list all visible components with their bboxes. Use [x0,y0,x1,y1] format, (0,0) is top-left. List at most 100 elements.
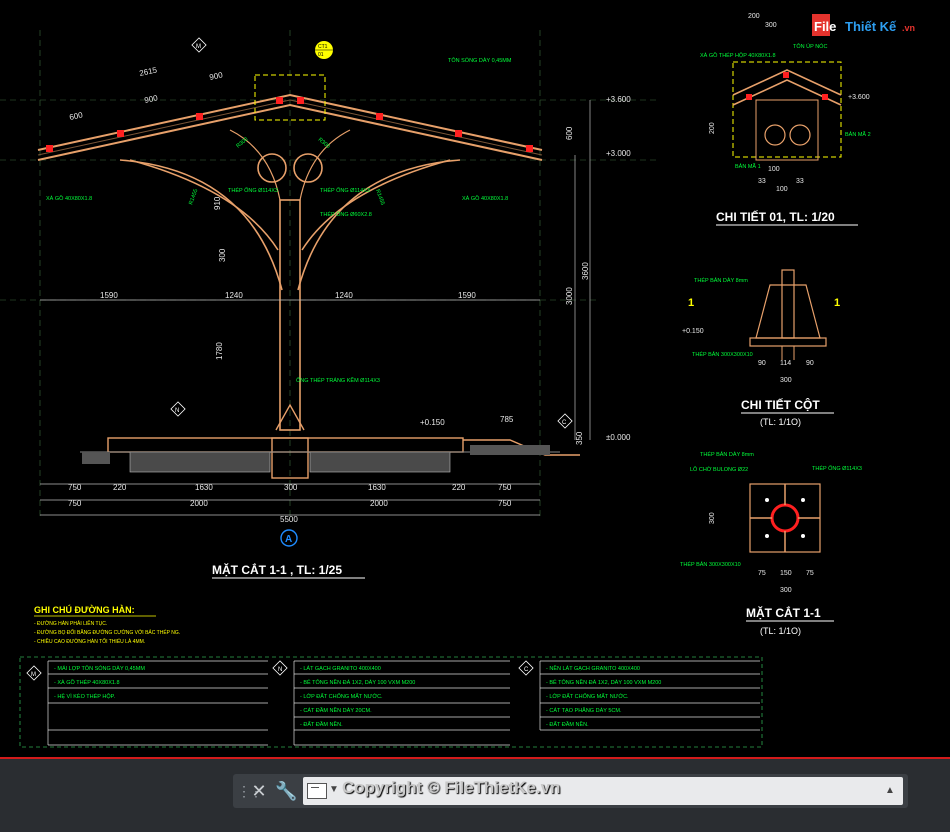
close-command-button[interactable]: ✕ [249,779,269,803]
svg-text:- ĐẤT ĐẦM NỀN.: - ĐẤT ĐẦM NỀN. [546,721,589,728]
svg-text:R1455: R1455 [374,189,385,206]
svg-text:BẢN MÃ 2: BẢN MÃ 2 [845,131,871,138]
prompt-dropdown-icon[interactable]: ▼ [329,781,339,799]
svg-text:XÀ GỒ 40X80X1.8: XÀ GỒ 40X80X1.8 [46,195,92,202]
svg-text:1240: 1240 [335,291,353,300]
svg-text:220: 220 [113,483,127,492]
svg-text:C: C [562,420,567,426]
svg-text:+3.000: +3.000 [606,149,631,158]
main-section-title: MẶT CẮT 1-1 , TL: 1/25 [212,562,342,577]
svg-text:- LÁT GẠCH GRANITO 400X400: - LÁT GẠCH GRANITO 400X400 [300,665,381,672]
detail-callout: CT1 01 [315,41,333,59]
svg-text:- LỚP ĐẤT CHỐNG MẤT NƯỚC.: - LỚP ĐẤT CHỐNG MẤT NƯỚC. [300,693,383,700]
svg-text:75: 75 [806,570,814,577]
svg-text:- XÀ GỒ THÉP 40X80X1.8: - XÀ GỒ THÉP 40X80X1.8 [54,679,120,686]
svg-text:3000: 3000 [565,287,574,305]
svg-text:2615: 2615 [139,65,159,78]
svg-text:M: M [196,44,201,50]
drag-grip-icon[interactable]: ⋮⋮ [237,782,263,800]
marker-m: M [191,37,207,53]
svg-text:200: 200 [748,13,760,20]
svg-text:750: 750 [498,483,512,492]
svg-text:5500: 5500 [280,515,298,524]
legend-tables: M N C - MÁI LỢP TÔN SÓNG DÀY 0,45MM - XÀ… [19,656,763,748]
svg-text:600: 600 [565,126,574,140]
svg-text:1590: 1590 [458,291,476,300]
svg-text:LỖ CHỜ BULONG Ø22: LỖ CHỜ BULONG Ø22 [690,466,748,473]
svg-text:C: C [524,667,529,673]
svg-text:150: 150 [780,570,792,577]
svg-text:900: 900 [209,70,224,82]
customize-wrench-icon[interactable]: 🔧 [275,779,297,803]
svg-text:600: 600 [69,110,84,122]
svg-text:785: 785 [500,415,514,424]
svg-text:+3.600: +3.600 [848,94,870,101]
column-detail: 1 1 THÉP BẢN DÀY 8mm THÉP BẢN 300X300X10… [682,269,840,427]
svg-text:+0.150: +0.150 [682,328,704,335]
logo-text-vn: .vn [902,23,915,33]
svg-text:- ĐƯỜNG HÀN PHẢI LIÊN TỤC.: - ĐƯỜNG HÀN PHẢI LIÊN TỤC. [34,619,107,627]
copyright-watermark: Copyright © FileThietKe.vn [342,778,561,797]
svg-text:THÉP BẢN DÀY 8mm: THÉP BẢN DÀY 8mm [694,277,748,284]
logo-text-thietke: Thiết Kế [845,19,897,34]
svg-text:BẢN MÃ 1: BẢN MÃ 1 [735,163,761,170]
svg-text:- NỀN LÁT GẠCH GRANITO 400X400: - NỀN LÁT GẠCH GRANITO 400X400 [546,665,640,672]
svg-text:1: 1 [688,297,694,309]
filethietke-logo: File Thiết Kế .vn [812,12,922,40]
svg-text:300: 300 [765,22,777,29]
svg-text:THÉP BẢN DÀY 8mm: THÉP BẢN DÀY 8mm [700,451,754,458]
svg-text:300: 300 [780,377,792,384]
svg-text:220: 220 [452,483,466,492]
svg-text:1: 1 [834,297,840,309]
svg-text:910: 910 [213,196,222,210]
svg-text:+3.600: +3.600 [606,95,631,104]
svg-text:300: 300 [218,248,227,262]
svg-text:A: A [285,534,292,545]
svg-text:CT1: CT1 [318,44,328,50]
svg-text:100: 100 [776,186,788,193]
command-history-button[interactable]: ▲ [881,781,899,801]
svg-text:2000: 2000 [190,499,208,508]
svg-text:THÉP ỐNG Ø114X3: THÉP ỐNG Ø114X3 [812,465,862,472]
column-detail-scale: (TL: 1/1O) [760,417,801,427]
svg-text:- ĐẤT ĐẦM NỀN.: - ĐẤT ĐẦM NỀN. [300,721,343,728]
svg-text:- HỆ VÌ KÈO THÉP HỘP.: - HỆ VÌ KÈO THÉP HỘP. [54,692,116,700]
section-detail-scale: (TL: 1/1O) [760,626,801,636]
svg-text:THÉP BẢN 300X300X10: THÉP BẢN 300X300X10 [692,351,753,358]
column-detail-title: CHI TIẾT CỘT [741,397,820,412]
detail-01: XÀ GỒ THÉP HỘP 40X80X1.8 TÔN ÚP NÓC BẢN … [700,13,871,226]
svg-text:THÉP ỐNG Ø60X2.8: THÉP ỐNG Ø60X2.8 [320,211,372,218]
detail-01-title: CHI TIẾT 01, TL: 1/20 [716,209,835,224]
svg-text:1780: 1780 [215,342,224,360]
svg-text:300: 300 [284,483,298,492]
axis-bubble: A [280,529,298,547]
command-prompt-icon[interactable] [307,783,327,799]
svg-text:90: 90 [758,360,766,367]
svg-text:200: 200 [709,122,716,134]
svg-text:900: 900 [144,93,159,105]
marker-n: N [170,401,186,417]
weld-notes: GHI CHÚ ĐƯỜNG HÀN: - ĐƯỜNG HÀN PHẢI LIÊN… [34,604,180,645]
svg-text:90: 90 [806,360,814,367]
svg-text:- CÁT TẠO PHẲNG DÀY 5CM.: - CÁT TẠO PHẲNG DÀY 5CM. [546,707,622,714]
svg-text:- CÁT ĐẦM NỀN DÀY 20CM.: - CÁT ĐẦM NỀN DÀY 20CM. [300,707,372,714]
svg-text:R300: R300 [317,137,331,150]
command-line-panel: ⋮⋮ ✕ 🔧 ▼ ▲ [233,774,908,808]
svg-text:300: 300 [709,512,716,524]
svg-text:THÉP BẢN 300X300X10: THÉP BẢN 300X300X10 [680,561,741,568]
svg-text:THÉP ỐNG Ø114X3: THÉP ỐNG Ø114X3 [320,187,370,194]
svg-text:114: 114 [780,360,791,367]
logo-text-file: File [814,19,836,34]
svg-text:750: 750 [498,499,512,508]
cad-drawing-canvas[interactable]: 2615 900 900 600 1590 1240 1240 1590 910… [0,0,950,760]
svg-text:1630: 1630 [368,483,386,492]
svg-text:TÔN ÚP NÓC: TÔN ÚP NÓC [793,43,827,50]
marker-c: C [557,413,573,429]
svg-text:M: M [31,672,36,678]
section-detail-title: MẶT CẮT 1-1 [746,605,821,620]
svg-text:100: 100 [768,166,780,173]
svg-text:- ĐƯỜNG BỌ ĐỐI BẰNG ĐƯỜNG CƯỜN: - ĐƯỜNG BỌ ĐỐI BẰNG ĐƯỜNG CƯỜNG VỚI BẢC … [34,628,180,636]
svg-text:THÉP ỐNG Ø114X3: THÉP ỐNG Ø114X3 [228,187,278,194]
svg-text:- CHIỀU CAO ĐƯỜNG HÀN TỐI THIỂ: - CHIỀU CAO ĐƯỜNG HÀN TỐI THIỂU LÀ 4MM. [34,638,145,645]
svg-text:- LỚP ĐẤT CHỐNG MẤT NƯỚC.: - LỚP ĐẤT CHỐNG MẤT NƯỚC. [546,693,629,700]
